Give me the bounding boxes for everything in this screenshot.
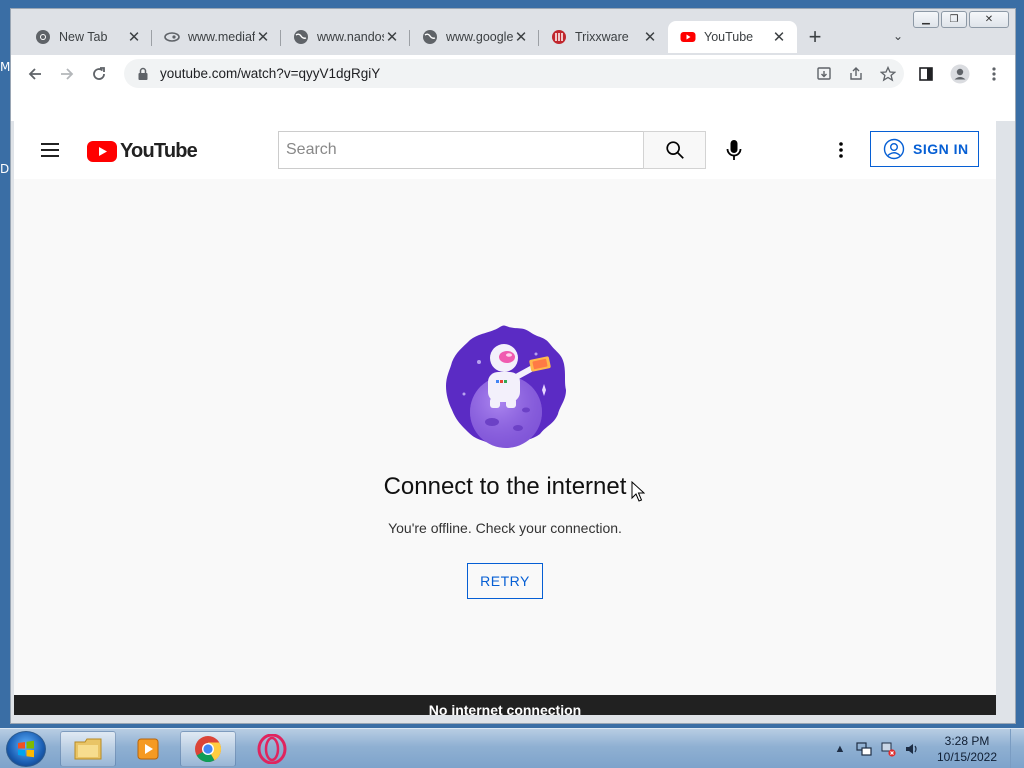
clock-time: 3:28 PM (944, 734, 990, 748)
youtube-logo[interactable]: YouTube (87, 140, 198, 163)
close-icon[interactable]: ✕ (771, 28, 787, 46)
clock-date: 10/15/2022 (936, 750, 998, 764)
clock[interactable]: 3:28 PM 10/15/2022 (928, 733, 1006, 765)
globe-icon (293, 29, 309, 45)
tab-youtube[interactable]: YouTube ✕ (668, 21, 797, 53)
youtube-page: YouTube Search SIGN IN Connect to the in… (14, 121, 996, 715)
start-button[interactable] (6, 731, 46, 767)
tab-title: New Tab (59, 30, 108, 44)
close-icon[interactable]: ✕ (126, 28, 142, 46)
close-icon[interactable]: ✕ (513, 28, 529, 46)
no-connection-text: No internet connection (428, 702, 582, 715)
system-tray: ▲ 3:28 PM 10/15/2022 (826, 729, 1024, 768)
chrome-icon (35, 29, 51, 45)
no-connection-banner: No internet connection (14, 695, 996, 715)
tab-title: YouTube (704, 30, 754, 44)
taskbar-chrome[interactable] (180, 731, 236, 767)
media-player-icon (137, 738, 159, 760)
bookmark-bar (11, 93, 1015, 121)
desktop-icon-label-m: M (0, 60, 11, 74)
search-input[interactable]: Search (278, 131, 644, 169)
trixxware-icon (551, 29, 567, 45)
tab-title: www.nandos (317, 30, 384, 44)
menu-icon[interactable] (38, 138, 62, 162)
folder-icon (74, 738, 102, 760)
youtube-icon (680, 29, 696, 45)
toolbar-right (911, 59, 1009, 89)
desktop-icon-label-d: D (0, 162, 10, 176)
tab-mediafire[interactable]: www.mediafire ✕ (152, 21, 281, 53)
offline-title: Connect to the internet (383, 473, 627, 500)
chevron-down-icon[interactable]: ⌄ (893, 29, 903, 43)
close-icon[interactable]: ✕ (642, 28, 658, 46)
tab-google[interactable]: www.google ✕ (410, 21, 539, 53)
more-vert-icon[interactable] (979, 59, 1009, 89)
close-icon[interactable]: ✕ (255, 28, 271, 46)
sign-in-label: SIGN IN (913, 141, 969, 157)
install-icon[interactable] (812, 62, 836, 86)
youtube-wordmark: YouTube (120, 140, 198, 162)
tab-trixxware[interactable]: Trixxware ✕ (539, 21, 668, 53)
side-panel-icon[interactable] (911, 59, 941, 89)
address-bar[interactable]: youtube.com/watch?v=qyyV1dgRgiY (124, 59, 904, 88)
minimize-button[interactable]: ▁ (913, 11, 939, 28)
tabs: New Tab ✕ www.mediafire ✕ www.nandos ✕ (23, 21, 833, 53)
settings-more-button[interactable] (826, 135, 856, 165)
voice-search-button[interactable] (714, 131, 754, 169)
search-placeholder: Search (286, 141, 337, 158)
window-controls: ▁ ❐ ✕ (913, 11, 1009, 28)
retry-button[interactable]: RETRY (467, 563, 543, 599)
show-desktop-button[interactable] (1010, 729, 1024, 768)
chrome-icon (195, 736, 222, 763)
tab-title: www.google (446, 30, 513, 44)
taskbar-explorer[interactable] (60, 731, 116, 767)
tab-title: Trixxware (575, 30, 629, 44)
page-icon (164, 29, 180, 45)
taskbar-opera[interactable] (244, 731, 300, 767)
youtube-logo-icon (87, 141, 117, 162)
tab-title: www.mediafire (188, 30, 255, 44)
account-circle-icon (883, 138, 905, 160)
volume-icon[interactable] (902, 739, 922, 759)
windows-logo-icon (18, 740, 34, 758)
forward-button[interactable] (51, 59, 83, 89)
taskbar-media-player[interactable] (120, 731, 176, 767)
browser-toolbar: youtube.com/watch?v=qyyV1dgRgiY (11, 55, 1015, 93)
microphone-icon (726, 140, 742, 160)
globe-icon (422, 29, 438, 45)
back-button[interactable] (19, 59, 51, 89)
reload-button[interactable] (83, 59, 115, 89)
opera-icon (257, 734, 287, 764)
mouse-pointer-icon (631, 481, 645, 502)
sign-in-button[interactable]: SIGN IN (870, 131, 979, 167)
omnibox-actions (812, 59, 900, 88)
restore-button[interactable]: ❐ (941, 11, 967, 28)
reload-icon (93, 67, 105, 80)
close-icon[interactable]: ✕ (384, 28, 400, 46)
star-icon[interactable] (876, 62, 900, 86)
tab-strip: ▁ ❐ ✕ New Tab ✕ www.mediafire ✕ (11, 9, 1015, 55)
show-hidden-icons-icon[interactable]: ▲ (830, 739, 850, 759)
share-icon[interactable] (844, 62, 868, 86)
profile-avatar-icon[interactable] (945, 59, 975, 89)
arrow-left-icon (28, 68, 41, 80)
browser-window: ▁ ❐ ✕ New Tab ✕ www.mediafire ✕ (10, 8, 1016, 724)
action-center-icon[interactable] (854, 739, 874, 759)
lock-icon[interactable] (136, 67, 150, 81)
search-icon (665, 141, 684, 159)
youtube-header: YouTube Search SIGN IN (14, 121, 996, 179)
search-button[interactable] (643, 131, 706, 169)
astronaut-offline-illustration (446, 325, 566, 448)
new-tab-button[interactable]: + (797, 21, 833, 53)
tab-new-tab[interactable]: New Tab ✕ (23, 21, 152, 53)
tab-nandos[interactable]: www.nandos ✕ (281, 21, 410, 53)
arrow-right-icon (61, 68, 74, 80)
close-window-button[interactable]: ✕ (969, 11, 1009, 28)
windows-taskbar: ▲ 3:28 PM 10/15/2022 (0, 728, 1024, 768)
url-text[interactable]: youtube.com/watch?v=qyyV1dgRgiY (160, 66, 380, 81)
network-disconnected-icon[interactable] (878, 739, 898, 759)
offline-subtitle: You're offline. Check your connection. (388, 520, 622, 536)
more-vert-icon (839, 142, 843, 158)
